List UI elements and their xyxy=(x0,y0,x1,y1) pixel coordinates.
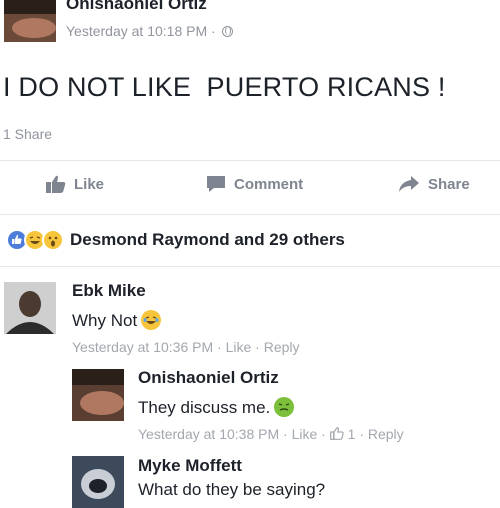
wow-reaction-icon xyxy=(42,229,64,251)
separator: · xyxy=(283,426,288,442)
comment-timestamp[interactable]: Yesterday at 10:36 PM xyxy=(72,339,213,355)
comment-text: Why Not xyxy=(72,310,162,331)
comment-like-link[interactable]: Like xyxy=(226,339,252,355)
separator: · xyxy=(321,426,326,442)
reply-text: What do they be saying? xyxy=(138,480,326,499)
comment-label: Comment xyxy=(234,175,304,193)
reply-text: They discuss me. xyxy=(138,397,295,418)
separator: · xyxy=(359,426,364,442)
reactions-summary[interactable]: Desmond Raymond and 29 others xyxy=(6,229,345,251)
thumbs-up-icon xyxy=(46,175,66,193)
share-label: Share xyxy=(428,175,470,193)
reply-timestamp[interactable]: Yesterday at 10:38 PM xyxy=(138,426,279,442)
reply-author-avatar[interactable] xyxy=(72,369,124,421)
laughing-crying-emoji xyxy=(141,310,162,330)
sick-face-emoji xyxy=(274,397,295,417)
commenter-avatar[interactable] xyxy=(4,282,56,334)
comment-reply-link[interactable]: Reply xyxy=(264,339,300,355)
divider xyxy=(0,214,500,215)
commenter-name[interactable]: Ebk Mike xyxy=(72,281,146,301)
like-button[interactable]: Like xyxy=(46,175,104,193)
post-author-avatar[interactable] xyxy=(4,0,56,42)
post-timestamp-row: Yesterday at 10:18 PM · xyxy=(66,23,233,39)
reply-like-count[interactable]: 1 xyxy=(348,426,356,442)
share-arrow-icon xyxy=(399,176,419,192)
reply-author-avatar[interactable] xyxy=(72,456,124,508)
comment-body: Why Not xyxy=(72,311,138,330)
comment-meta: Yesterday at 10:36 PM · Like · Reply xyxy=(72,339,300,355)
reply-body: They discuss me. xyxy=(138,398,271,417)
reply-reply-link[interactable]: Reply xyxy=(368,426,404,442)
comment-button[interactable]: Comment xyxy=(206,175,303,193)
share-count[interactable]: 1 Share xyxy=(3,126,52,142)
thumbs-up-outline-icon xyxy=(329,427,344,440)
globe-icon xyxy=(221,26,233,37)
separator: · xyxy=(211,23,216,39)
reply-author-name[interactable]: Myke Moffett xyxy=(138,456,242,476)
divider xyxy=(0,160,500,161)
share-button[interactable]: Share xyxy=(398,175,470,193)
post-text: I DO NOT LIKE PUERTO RICANS ! xyxy=(3,72,446,102)
post-author-name[interactable]: Onishaoniel Ortiz xyxy=(66,0,207,14)
reply-author-name[interactable]: Onishaoniel Ortiz xyxy=(138,368,279,388)
comment-icon xyxy=(207,176,225,192)
reactions-summary-text[interactable]: Desmond Raymond and 29 others xyxy=(70,230,345,250)
reply-meta: Yesterday at 10:38 PM · Like · 1 · Reply xyxy=(138,426,404,442)
separator: · xyxy=(217,339,222,355)
post-timestamp[interactable]: Yesterday at 10:18 PM xyxy=(66,23,207,39)
divider xyxy=(0,266,500,267)
separator: · xyxy=(255,339,260,355)
reply-like-link[interactable]: Like xyxy=(292,426,318,442)
like-label: Like xyxy=(74,175,105,193)
